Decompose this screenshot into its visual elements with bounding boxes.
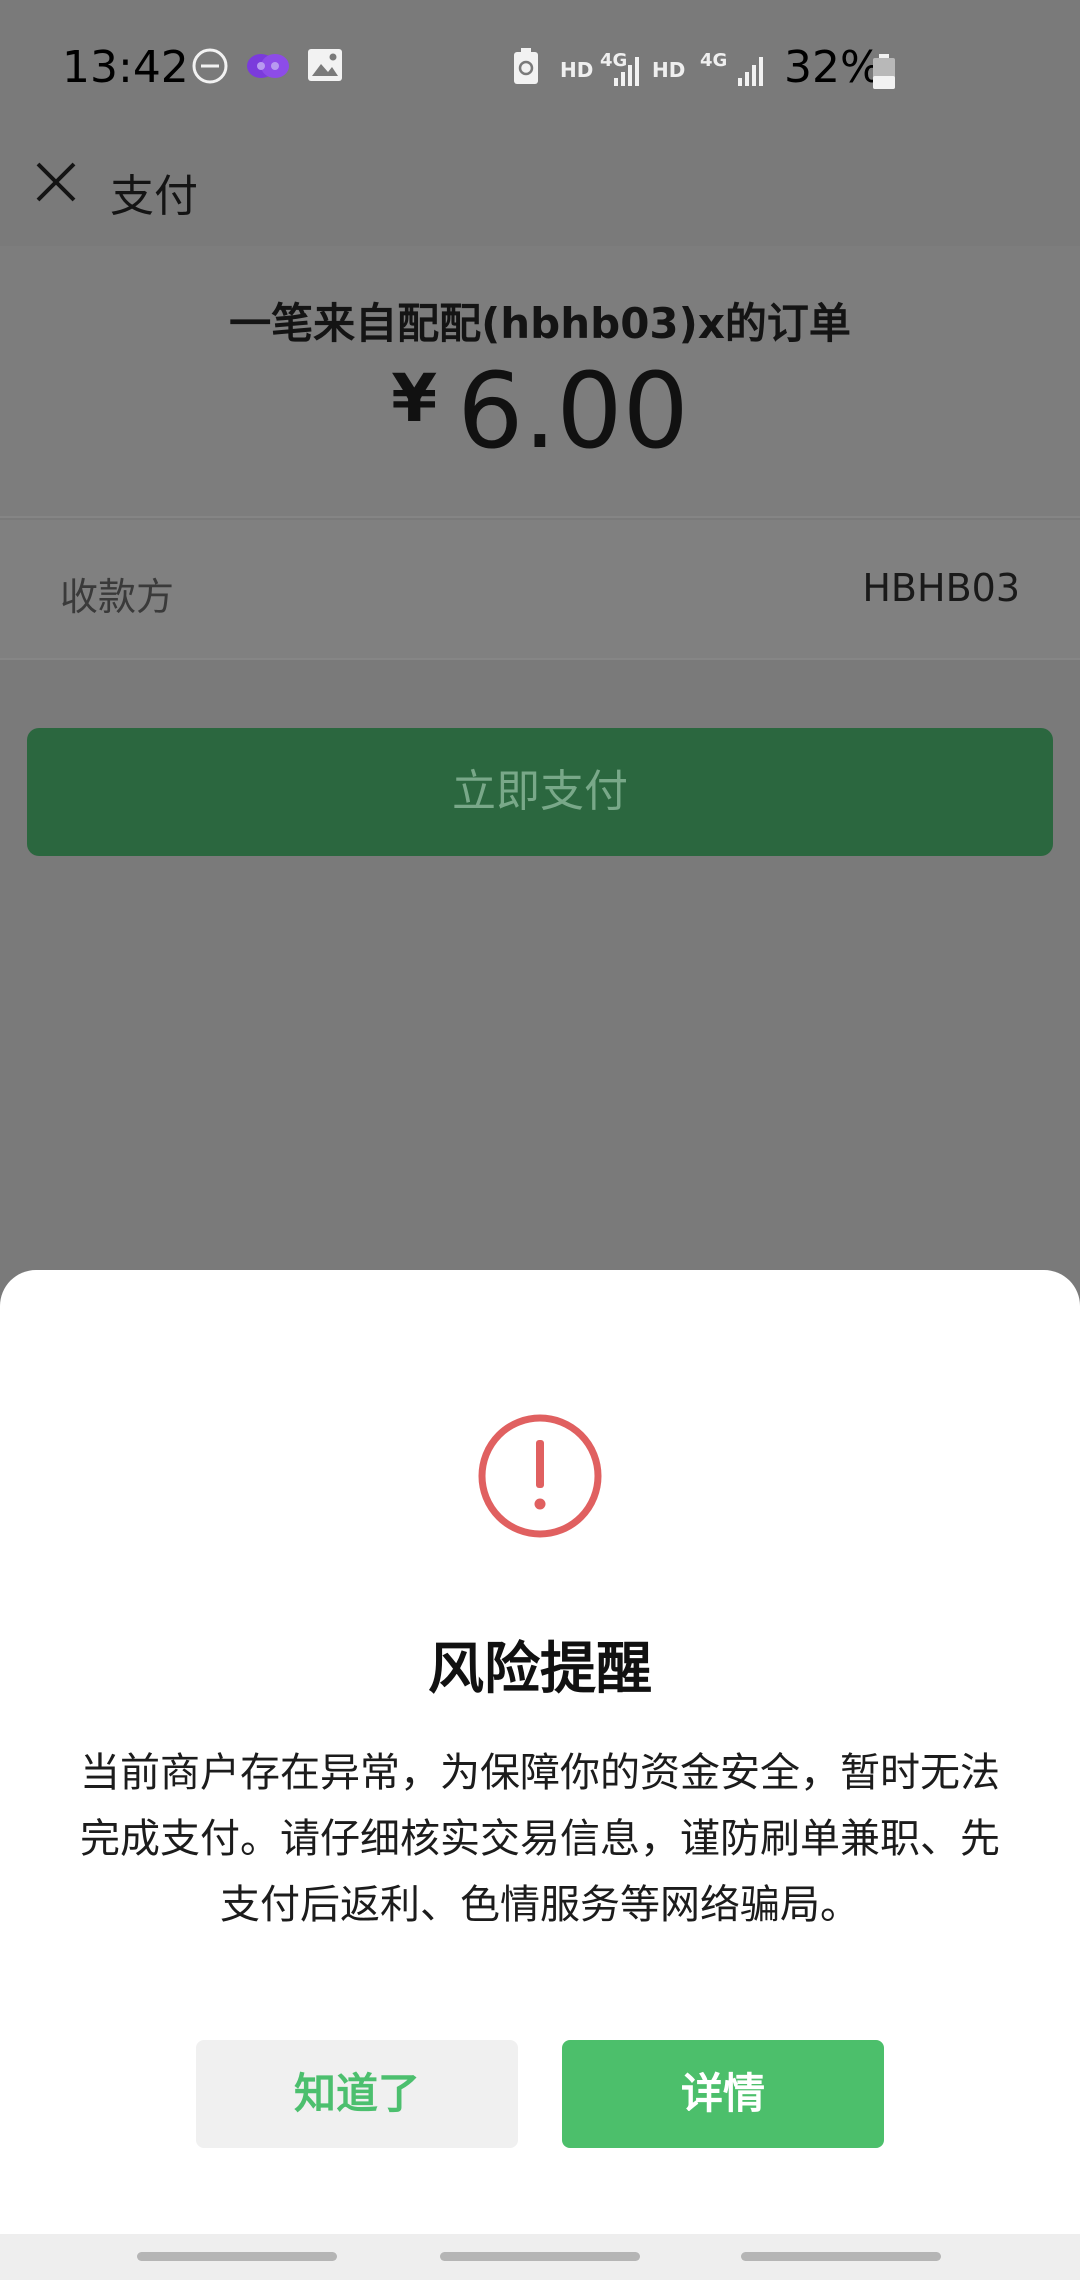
nav-back-handle[interactable] bbox=[741, 2252, 941, 2261]
acknowledge-button[interactable]: 知道了 bbox=[196, 2040, 518, 2148]
currency-symbol: ¥ bbox=[391, 360, 438, 437]
status-time: 13:42 bbox=[62, 42, 189, 93]
pay-now-button[interactable]: 立即支付 bbox=[27, 728, 1053, 856]
sheet-message: 当前商户存在异常，为保障你的资金安全，暂时无法完成支付。请仔细核实交易信息，谨防… bbox=[80, 1750, 1000, 1928]
close-icon[interactable] bbox=[34, 160, 78, 208]
page-title: 支付 bbox=[110, 171, 198, 222]
payee-value: HBHB03 bbox=[862, 566, 1020, 610]
battery-percent: 32% bbox=[784, 42, 882, 93]
nav-home-handle[interactable] bbox=[440, 2252, 640, 2261]
order-title: 一笔来自配配(hbhb03)x的订单 bbox=[229, 299, 851, 348]
sheet-title: 风险提醒 bbox=[428, 1637, 652, 1702]
do-not-disturb-icon bbox=[190, 46, 230, 90]
amount-value: 6.00 bbox=[457, 350, 689, 472]
payee-label: 收款方 bbox=[60, 575, 175, 619]
nav-recents-handle[interactable] bbox=[137, 2252, 337, 2261]
battery-icon bbox=[872, 54, 896, 94]
network-4g-label-2: 4G bbox=[700, 50, 728, 71]
image-icon bbox=[306, 46, 344, 88]
network-hd-label: HD bbox=[560, 58, 594, 82]
warning-icon bbox=[476, 1412, 604, 1544]
details-button[interactable]: 详情 bbox=[562, 2040, 884, 2148]
signal-icon-2 bbox=[736, 54, 766, 92]
order-amount: ¥6.00 bbox=[0, 350, 1080, 472]
network-hd-label-2: HD bbox=[652, 58, 686, 82]
signal-icon bbox=[612, 54, 642, 92]
app-notification-icon bbox=[244, 46, 292, 90]
recycle-icon bbox=[512, 46, 540, 90]
